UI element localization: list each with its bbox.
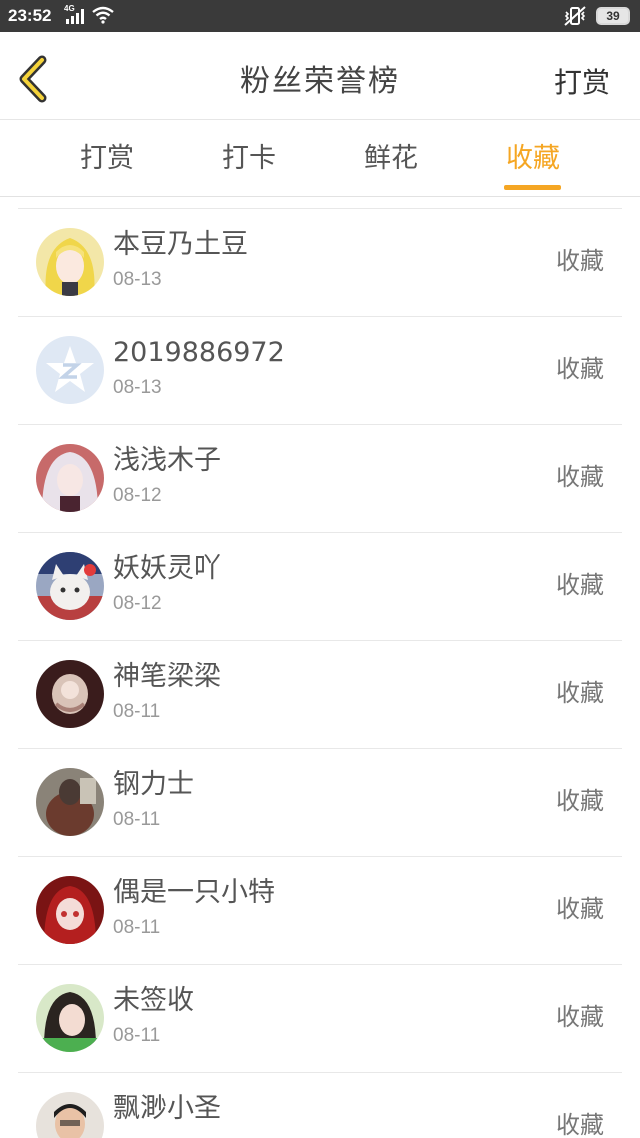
tab-favorites[interactable]: 收藏 bbox=[478, 141, 588, 177]
fan-list: 本豆乃土豆 08-13 收藏 2019886972 08-13 收藏 浅浅木子 … bbox=[0, 198, 640, 1138]
avatar bbox=[36, 660, 104, 728]
list-item[interactable]: 2019886972 08-13 收藏 bbox=[18, 317, 622, 425]
item-action-label: 收藏 bbox=[556, 1003, 604, 1031]
avatar bbox=[36, 768, 104, 836]
user-name: 2019886972 bbox=[113, 337, 285, 368]
item-date: 08-13 bbox=[113, 377, 162, 398]
user-name: 钢力士 bbox=[113, 769, 194, 800]
avatar bbox=[36, 444, 104, 512]
item-date: 08-12 bbox=[113, 593, 162, 614]
item-date: 08-11 bbox=[113, 917, 161, 938]
item-action-label: 收藏 bbox=[556, 1111, 604, 1138]
battery-indicator: 39 bbox=[596, 7, 630, 25]
user-name: 本豆乃土豆 bbox=[113, 229, 248, 260]
status-time: 23:52 bbox=[8, 6, 52, 25]
list-item[interactable]: 飘渺小圣 收藏 bbox=[18, 1073, 622, 1138]
item-action-label: 收藏 bbox=[556, 355, 604, 383]
list-item[interactable]: 偶是一只小特 08-11 收藏 bbox=[18, 857, 622, 965]
item-action-label: 收藏 bbox=[556, 895, 604, 923]
item-action-label: 收藏 bbox=[556, 571, 604, 599]
signal-icon bbox=[66, 8, 86, 24]
user-name: 偶是一只小特 bbox=[113, 877, 275, 908]
user-name: 未签收 bbox=[113, 985, 194, 1016]
top-app-bar: 粉丝荣誉榜 打赏 bbox=[0, 32, 640, 120]
item-action-label: 收藏 bbox=[556, 247, 604, 275]
reward-button[interactable]: 打赏 bbox=[554, 64, 610, 102]
item-date: 08-11 bbox=[113, 701, 161, 722]
active-tab-indicator bbox=[504, 185, 561, 190]
item-date: 08-11 bbox=[113, 1025, 161, 1046]
list-item[interactable]: 本豆乃土豆 08-13 收藏 bbox=[18, 209, 622, 317]
tab-checkin[interactable]: 打卡 bbox=[194, 141, 304, 177]
wifi-icon bbox=[92, 6, 114, 24]
list-item[interactable]: 钢力士 08-11 收藏 bbox=[18, 749, 622, 857]
avatar bbox=[36, 876, 104, 944]
list-item[interactable]: 神笔梁梁 08-11 收藏 bbox=[18, 641, 622, 749]
user-name: 妖妖灵吖 bbox=[113, 553, 221, 584]
avatar bbox=[36, 228, 104, 296]
avatar bbox=[36, 336, 104, 404]
list-item[interactable]: 妖妖灵吖 08-12 收藏 bbox=[18, 533, 622, 641]
list-item[interactable]: 未签收 08-11 收藏 bbox=[18, 965, 622, 1073]
page-title: 粉丝荣誉榜 bbox=[240, 64, 400, 99]
tab-reward[interactable]: 打赏 bbox=[52, 141, 162, 177]
item-date: 08-11 bbox=[113, 809, 161, 830]
item-action-label: 收藏 bbox=[556, 679, 604, 707]
tab-bar: 打赏 打卡 鲜花 收藏 bbox=[0, 121, 640, 197]
tab-flowers[interactable]: 鲜花 bbox=[336, 141, 446, 177]
avatar bbox=[36, 984, 104, 1052]
status-bar: 23:52 4G 39 bbox=[0, 0, 640, 32]
vibrate-mute-icon bbox=[564, 6, 586, 26]
user-name: 神笔梁梁 bbox=[113, 661, 221, 692]
avatar bbox=[36, 552, 104, 620]
item-date: 08-12 bbox=[113, 485, 162, 506]
avatar bbox=[36, 1092, 104, 1138]
item-date: 08-13 bbox=[113, 269, 162, 290]
user-name: 浅浅木子 bbox=[113, 445, 221, 476]
list-item[interactable]: 浅浅木子 08-12 收藏 bbox=[18, 425, 622, 533]
item-action-label: 收藏 bbox=[556, 787, 604, 815]
item-action-label: 收藏 bbox=[556, 463, 604, 491]
user-name: 飘渺小圣 bbox=[113, 1093, 221, 1124]
